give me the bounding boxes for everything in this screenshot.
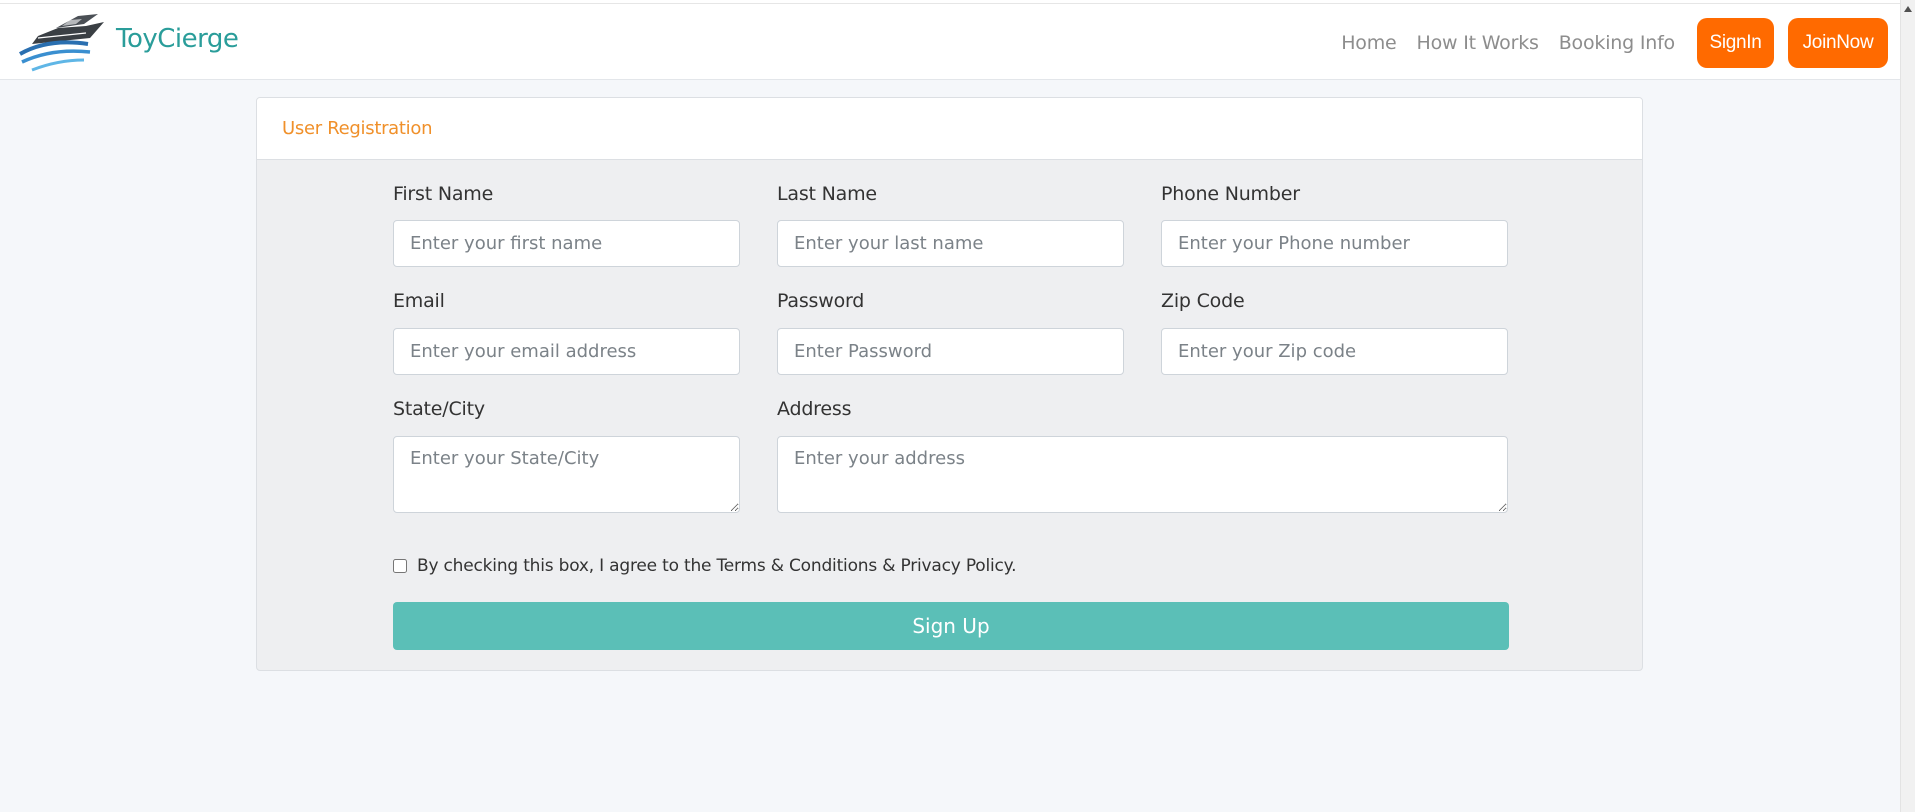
phone-input[interactable] bbox=[1161, 220, 1508, 267]
sign-up-button[interactable]: Sign Up bbox=[393, 602, 1509, 650]
last-name-input[interactable] bbox=[777, 220, 1124, 267]
nav-links: Home How It Works Booking Info SignIn Jo… bbox=[1341, 18, 1888, 68]
address-label: Address bbox=[777, 398, 852, 420]
signin-button[interactable]: SignIn bbox=[1697, 18, 1774, 68]
card-header: User Registration bbox=[257, 98, 1642, 160]
password-label: Password bbox=[777, 290, 865, 312]
zip-group: Zip Code bbox=[1161, 290, 1245, 312]
brand[interactable]: ToyCierge bbox=[18, 8, 239, 74]
address-textarea[interactable] bbox=[777, 436, 1508, 513]
state-city-textarea[interactable] bbox=[393, 436, 740, 513]
vertical-scrollbar[interactable] bbox=[1900, 0, 1915, 812]
nav-booking-info-link[interactable]: Booking Info bbox=[1559, 32, 1675, 54]
email-input[interactable] bbox=[393, 328, 740, 375]
first-name-input[interactable] bbox=[393, 220, 740, 267]
zip-input[interactable] bbox=[1161, 328, 1508, 375]
card-title: User Registration bbox=[282, 118, 433, 139]
nav-how-it-works-link[interactable]: How It Works bbox=[1417, 32, 1539, 54]
joinnow-button[interactable]: JoinNow bbox=[1788, 18, 1888, 68]
address-group: Address bbox=[777, 398, 851, 420]
zip-label: Zip Code bbox=[1161, 290, 1245, 312]
state-city-label: State/City bbox=[393, 398, 485, 420]
page: ToyCierge Home How It Works Booking Info… bbox=[0, 0, 1915, 812]
email-label: Email bbox=[393, 290, 445, 312]
email-group: Email bbox=[393, 290, 445, 312]
last-name-label: Last Name bbox=[777, 183, 877, 205]
last-name-group: Last Name bbox=[777, 183, 877, 205]
state-city-group: State/City bbox=[393, 398, 485, 420]
password-input[interactable] bbox=[777, 328, 1124, 375]
nav-home-link[interactable]: Home bbox=[1341, 32, 1397, 54]
scroll-up-arrow-icon[interactable] bbox=[1904, 6, 1912, 12]
phone-label: Phone Number bbox=[1161, 183, 1300, 205]
first-name-label: First Name bbox=[393, 183, 494, 205]
brand-name: ToyCierge bbox=[116, 24, 239, 54]
phone-group: Phone Number bbox=[1161, 183, 1300, 205]
yacht-logo-icon bbox=[19, 14, 104, 72]
agree-text: By checking this box, I agree to the Ter… bbox=[417, 556, 1017, 576]
first-name-group: First Name bbox=[393, 183, 493, 205]
password-group: Password bbox=[777, 290, 864, 312]
agree-row: By checking this box, I agree to the Ter… bbox=[393, 556, 1016, 576]
agree-checkbox[interactable] bbox=[393, 559, 407, 573]
registration-card: User Registration First Name Last Name P… bbox=[256, 97, 1643, 671]
navbar: ToyCierge Home How It Works Booking Info… bbox=[0, 4, 1900, 80]
